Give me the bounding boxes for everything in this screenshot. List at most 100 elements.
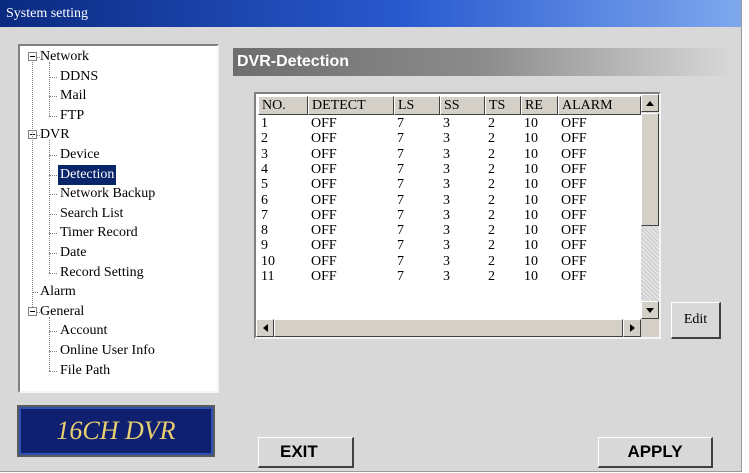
tree-connector [49, 272, 57, 274]
table-cell: 3 [443, 177, 450, 193]
tree-item-label: Account [60, 323, 108, 339]
table-cell: 7 [397, 269, 404, 284]
tree-connector [49, 76, 57, 78]
table-cell: 3 [443, 207, 450, 223]
table-cell: 4 [261, 161, 268, 177]
table-cell: OFF [311, 177, 337, 193]
table-cell: 8 [261, 223, 268, 239]
table-row[interactable]: 2 OFF 7 3 2 10 OFF [256, 131, 641, 146]
detection-table[interactable]: NO. DETECT LS SS TS RE ALARM 1 OFF 7 3 2 10 OFF 2 OFF 7… [254, 92, 661, 339]
tree-item[interactable]: Alarm [20, 282, 217, 302]
vertical-scroll-thumb[interactable] [641, 113, 659, 226]
exit-button[interactable]: EXIT [258, 437, 354, 468]
table-row[interactable]: 5 OFF 7 3 2 10 OFF [256, 177, 641, 192]
window-title: System setting [0, 0, 741, 27]
table-cell: 2 [488, 253, 495, 269]
horizontal-scroll-thumb[interactable] [274, 319, 623, 337]
table-cell: 10 [524, 269, 538, 284]
settings-tree[interactable]: Network DDNS Mail FTP DVR Device Detection Netw… [18, 44, 219, 393]
collapse-icon[interactable] [28, 52, 37, 61]
column-header[interactable]: TS [485, 96, 521, 115]
table-cell: 7 [397, 131, 404, 147]
tree-connector [49, 253, 57, 254]
table-cell: OFF [561, 238, 587, 254]
table-cell: OFF [311, 192, 337, 208]
arrow-right-icon [630, 324, 635, 332]
tree-item-label: FTP [60, 107, 85, 123]
tree-connector [49, 351, 57, 352]
table-cell: OFF [561, 161, 587, 177]
table-cell: 1 [261, 116, 268, 131]
tree-item-label: Alarm [40, 284, 76, 300]
table-cell: 3 [443, 253, 450, 269]
table-cell: 2 [488, 207, 495, 223]
tree-item-label: Mail [60, 88, 87, 104]
table-cell: OFF [561, 253, 587, 269]
column-header[interactable]: ALARM [558, 96, 641, 115]
table-row[interactable]: 1 OFF 7 3 2 10 OFF [256, 116, 641, 131]
table-row[interactable]: 4 OFF 7 3 2 10 OFF [256, 162, 641, 177]
table-row[interactable]: 7 OFF 7 3 2 10 OFF [256, 208, 641, 223]
tree-connector [49, 155, 57, 156]
table-cell: 2 [488, 269, 495, 284]
table-cell: 10 [524, 116, 538, 131]
apply-button[interactable]: APPLY [598, 437, 713, 468]
tree-item-label: Date [60, 245, 87, 260]
table-body[interactable]: 1 OFF 7 3 2 10 OFF 2 OFF 7 3 2 10 OFF 3 OFF 7 3 2 10 OFF 4 OFF… [256, 116, 641, 311]
table-cell: 7 [397, 238, 404, 254]
column-header[interactable]: NO. [258, 96, 308, 115]
table-row[interactable]: 6 OFF 7 3 2 10 OFF [256, 193, 641, 208]
tree-connector [49, 213, 57, 215]
system-setting-window: System setting Network DDNS Mail FTP DVR Devi… [0, 0, 742, 472]
table-cell: OFF [311, 131, 337, 147]
table-cell: 11 [261, 269, 275, 284]
collapse-icon[interactable] [28, 306, 37, 316]
tree-item-label: Timer Record [60, 225, 138, 241]
table-cell: 2 [488, 146, 495, 162]
table-cell: 2 [488, 238, 495, 254]
table-cell: 3 [261, 146, 268, 162]
table-cell: 10 [524, 161, 538, 177]
tree-item-label: Network Backup [60, 186, 156, 202]
table-cell: 7 [397, 192, 404, 208]
table-cell: 10 [261, 253, 275, 269]
tree-item-label: DDNS [60, 68, 99, 84]
table-cell: 3 [443, 146, 450, 162]
table-cell: OFF [561, 146, 587, 162]
table-cell: 5 [261, 177, 268, 193]
table-cell: 3 [443, 238, 450, 254]
scrollbar-corner [641, 319, 659, 337]
edit-button[interactable]: Edit [671, 302, 721, 339]
tree-connector [49, 62, 50, 116]
table-cell: 3 [443, 269, 450, 284]
table-row[interactable]: 3 OFF 7 3 2 10 OFF [256, 147, 641, 162]
tree-item-label: Online User Info [60, 343, 155, 358]
arrow-down-icon [646, 308, 654, 313]
column-header[interactable]: DETECT [308, 96, 394, 115]
tree-connector [49, 233, 57, 235]
horizontal-scrollbar[interactable] [256, 319, 641, 337]
tree-connector [49, 316, 50, 371]
scroll-right-button[interactable] [623, 319, 641, 337]
scroll-down-button[interactable] [641, 301, 659, 319]
table-cell: 2 [488, 177, 495, 193]
scroll-left-button[interactable] [256, 319, 274, 337]
table-cell: 7 [397, 207, 404, 223]
table-row[interactable]: 11 OFF 7 3 2 10 OFF [256, 269, 641, 284]
scroll-up-button[interactable] [641, 94, 659, 112]
table-cell: OFF [561, 192, 587, 208]
column-header[interactable]: RE [521, 96, 558, 115]
table-row[interactable]: 10 OFF 7 3 2 10 OFF [256, 254, 641, 269]
table-cell: 10 [524, 177, 538, 193]
table-cell: OFF [311, 238, 337, 254]
arrow-left-icon [263, 324, 268, 332]
tree-item-label: File Path [60, 362, 111, 378]
column-header[interactable]: LS [394, 96, 440, 115]
vertical-scrollbar[interactable] [641, 94, 659, 319]
column-header[interactable]: SS [440, 96, 485, 115]
table-row[interactable]: 9 OFF 7 3 2 10 OFF [256, 238, 641, 253]
tree-item-label-selected: Detection [58, 164, 117, 185]
table-cell: 10 [524, 131, 538, 147]
table-cell: OFF [311, 116, 337, 131]
table-row[interactable]: 8 OFF 7 3 2 10 OFF [256, 223, 641, 238]
